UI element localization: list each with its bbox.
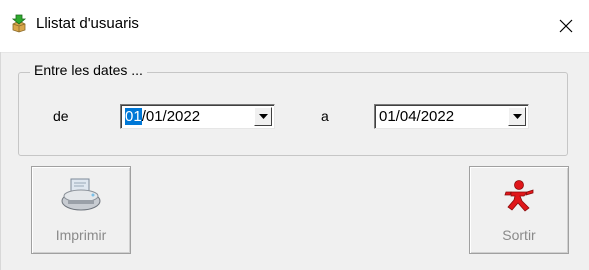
date-from-dropdown-button[interactable] bbox=[254, 107, 272, 126]
date-range-group-label: Entre les dates ... bbox=[30, 62, 147, 78]
title-bar: Llistat d'usuaris bbox=[0, 0, 589, 53]
date-from-rest: /01/2022 bbox=[141, 108, 201, 125]
exit-button[interactable]: Sortir bbox=[469, 166, 569, 254]
running-man-icon bbox=[502, 179, 536, 216]
exit-button-label: Sortir bbox=[502, 227, 536, 243]
close-button[interactable] bbox=[548, 8, 584, 44]
date-from-selected-segment: 01 bbox=[125, 108, 142, 125]
chevron-down-icon bbox=[512, 114, 522, 119]
print-button-label: Imprimir bbox=[55, 227, 107, 243]
window-title: Llistat d'usuaris bbox=[36, 15, 139, 32]
date-to-picker[interactable]: 01/04/2022 bbox=[374, 104, 529, 129]
date-from-value: 01/01/2022 bbox=[125, 108, 201, 125]
date-to-dropdown-button[interactable] bbox=[508, 107, 526, 126]
date-from-label: de bbox=[53, 108, 69, 124]
printer-icon bbox=[59, 177, 103, 216]
date-from-picker[interactable]: 01/01/2022 bbox=[120, 104, 275, 129]
green-arrow-box-icon bbox=[9, 13, 29, 33]
date-to-label: a bbox=[321, 108, 329, 124]
date-to-value: 01/04/2022 bbox=[379, 108, 455, 125]
chevron-down-icon bbox=[258, 114, 268, 119]
close-icon bbox=[559, 19, 573, 33]
print-button[interactable]: Imprimir bbox=[31, 166, 131, 254]
